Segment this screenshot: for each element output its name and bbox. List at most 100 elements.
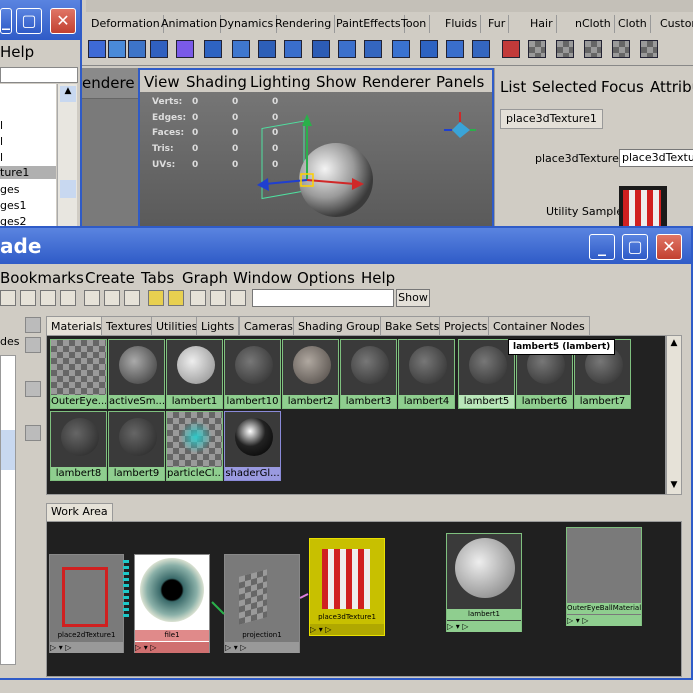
node-outereyeballmaterial[interactable]: OuterEyeBallMaterial ▷ ▾ ▷ [566, 527, 642, 626]
bottom-tabs-icon[interactable] [168, 290, 184, 306]
arrow-icon[interactable] [0, 290, 16, 306]
menu-attributes[interactable]: Attribu [650, 78, 693, 96]
node-ports[interactable]: ▷ ▾ ▷ [225, 642, 299, 653]
side-icon[interactable] [25, 337, 41, 353]
tab-cloth[interactable]: Cloth [615, 15, 651, 33]
tab-custom[interactable]: Custon [657, 15, 693, 33]
shelf-icon-11[interactable] [338, 40, 356, 58]
tab-toon[interactable]: Toon [398, 15, 431, 33]
minimize-button[interactable]: _ [589, 234, 615, 260]
node-ports[interactable]: ▷ ▾ ▷ [567, 615, 641, 626]
outliner-item[interactable]: l [0, 151, 3, 164]
graph-icon[interactable] [40, 290, 56, 306]
tab-ncloth[interactable]: nCloth [572, 15, 615, 33]
node-lambert1[interactable]: lambert1 ▷ ▾ ▷ [446, 533, 522, 632]
shelf-icon-20[interactable] [584, 40, 602, 58]
node-ports[interactable]: ▷ ▾ ▷ [447, 621, 521, 632]
menu-window[interactable]: Window [233, 269, 292, 287]
scroll-down-icon[interactable]: ▼ [667, 480, 681, 490]
shelf-icon-16[interactable] [472, 40, 490, 58]
shelf-icon-12[interactable] [364, 40, 382, 58]
outliner-item[interactable]: ges [0, 183, 19, 196]
output-icon[interactable] [124, 290, 140, 306]
input-icon[interactable] [84, 290, 100, 306]
material-swatch[interactable]: lambert2 [282, 339, 339, 409]
node-ports[interactable]: ▷ ▾ ▷ [135, 642, 209, 653]
node-place3dtexture[interactable]: place3dTexture1 ▷ ▾ ▷ [309, 538, 385, 636]
menu-show[interactable]: Show [316, 73, 356, 91]
shelf-icon-21[interactable] [612, 40, 630, 58]
shelf-icon-6[interactable] [204, 40, 222, 58]
outliner-item[interactable]: l [0, 135, 3, 148]
tab-rendering[interactable]: Rendering [272, 15, 336, 33]
outliner-search[interactable] [0, 67, 78, 83]
menu-lighting[interactable]: Lighting [250, 73, 311, 91]
side-icon[interactable] [25, 425, 41, 441]
material-swatch[interactable]: lambert8 [50, 411, 107, 481]
help-menu[interactable]: Help [0, 43, 34, 61]
material-swatch[interactable]: lambert3 [340, 339, 397, 409]
material-swatch[interactable]: lambert4 [398, 339, 455, 409]
node-place2dtexture[interactable]: place2dTexture1 ▷ ▾ ▷ [49, 554, 124, 653]
close-button[interactable]: ✕ [50, 8, 76, 34]
shelf-icon-2[interactable] [108, 40, 126, 58]
material-swatch[interactable]: particleCl... [166, 411, 223, 481]
shelf-icon-13[interactable] [392, 40, 410, 58]
side-icon[interactable] [25, 381, 41, 397]
menu-view[interactable]: View [144, 73, 180, 91]
outliner-item[interactable]: ges1 [0, 199, 26, 212]
shelf-icon-5[interactable] [176, 40, 194, 58]
io-icon[interactable] [104, 290, 120, 306]
material-swatch-selected[interactable]: lambert5 [458, 339, 515, 409]
maximize-button[interactable]: ▢ [16, 8, 42, 34]
shelf-icon-3[interactable] [128, 40, 146, 58]
swatch-icon[interactable] [190, 290, 206, 306]
attr-field-input[interactable]: place3dTextur [619, 149, 693, 167]
tab-hair[interactable]: Hair [527, 15, 557, 33]
material-swatch[interactable]: shaderGl... [224, 411, 281, 481]
shelf-icon-19[interactable] [556, 40, 574, 58]
tab-textures[interactable]: Textures [101, 316, 157, 335]
scroll-thumb[interactable] [60, 180, 76, 198]
tab-bake-sets[interactable]: Bake Sets [380, 316, 445, 335]
menu-create[interactable]: Create [85, 269, 135, 287]
tab-dynamics[interactable]: Dynamics [216, 15, 278, 33]
tab-fur[interactable]: Fur [485, 15, 510, 33]
eraser-icon[interactable] [20, 290, 36, 306]
menu-renderer[interactable]: Renderer [362, 73, 430, 91]
attr-tab-place3dtexture[interactable]: place3dTexture1 [500, 109, 603, 129]
node-ports[interactable]: ▷ ▾ ▷ [50, 642, 123, 653]
tab-animation[interactable]: Animation [158, 15, 222, 33]
shelf-icon-15[interactable] [446, 40, 464, 58]
material-swatch[interactable]: activeSm... [108, 339, 165, 409]
layout-icon[interactable] [230, 290, 246, 306]
tab-painteffects[interactable]: PaintEffects [333, 15, 405, 33]
tab-projects[interactable]: Projects [439, 316, 493, 335]
filter-input[interactable] [252, 289, 394, 307]
outliner-scrollbar[interactable]: ▲ [57, 84, 77, 229]
tab-cameras[interactable]: Cameras [239, 316, 298, 335]
shelf-icon-1[interactable] [88, 40, 106, 58]
shelf-icon-4[interactable] [150, 40, 168, 58]
shelf-icon-22[interactable] [640, 40, 658, 58]
menu-graph[interactable]: Graph [182, 269, 228, 287]
material-swatch[interactable]: lambert1 [166, 339, 223, 409]
shelf-icon-8[interactable] [258, 40, 276, 58]
close-button[interactable]: ✕ [656, 234, 682, 260]
shelf-icon-18[interactable] [528, 40, 546, 58]
tab-container-nodes[interactable]: Container Nodes [488, 316, 590, 335]
menu-panels[interactable]: Panels [436, 73, 484, 91]
menu-list[interactable]: List [500, 78, 526, 96]
material-swatch[interactable]: lambert10 [224, 339, 281, 409]
shelf-icon-17[interactable] [502, 40, 520, 58]
show-button[interactable]: Show [396, 289, 430, 307]
network-icon[interactable] [60, 290, 76, 306]
outliner-item-selected[interactable]: ture1 [0, 166, 56, 179]
shelf-icon-14[interactable] [420, 40, 438, 58]
menu-options[interactable]: Options [297, 269, 355, 287]
tab-fluids[interactable]: Fluids [442, 15, 482, 33]
shelf-icon-10[interactable] [312, 40, 330, 58]
clear-icon[interactable] [210, 290, 226, 306]
shelf-icon-9[interactable] [284, 40, 302, 58]
menu-shading[interactable]: Shading [186, 73, 247, 91]
